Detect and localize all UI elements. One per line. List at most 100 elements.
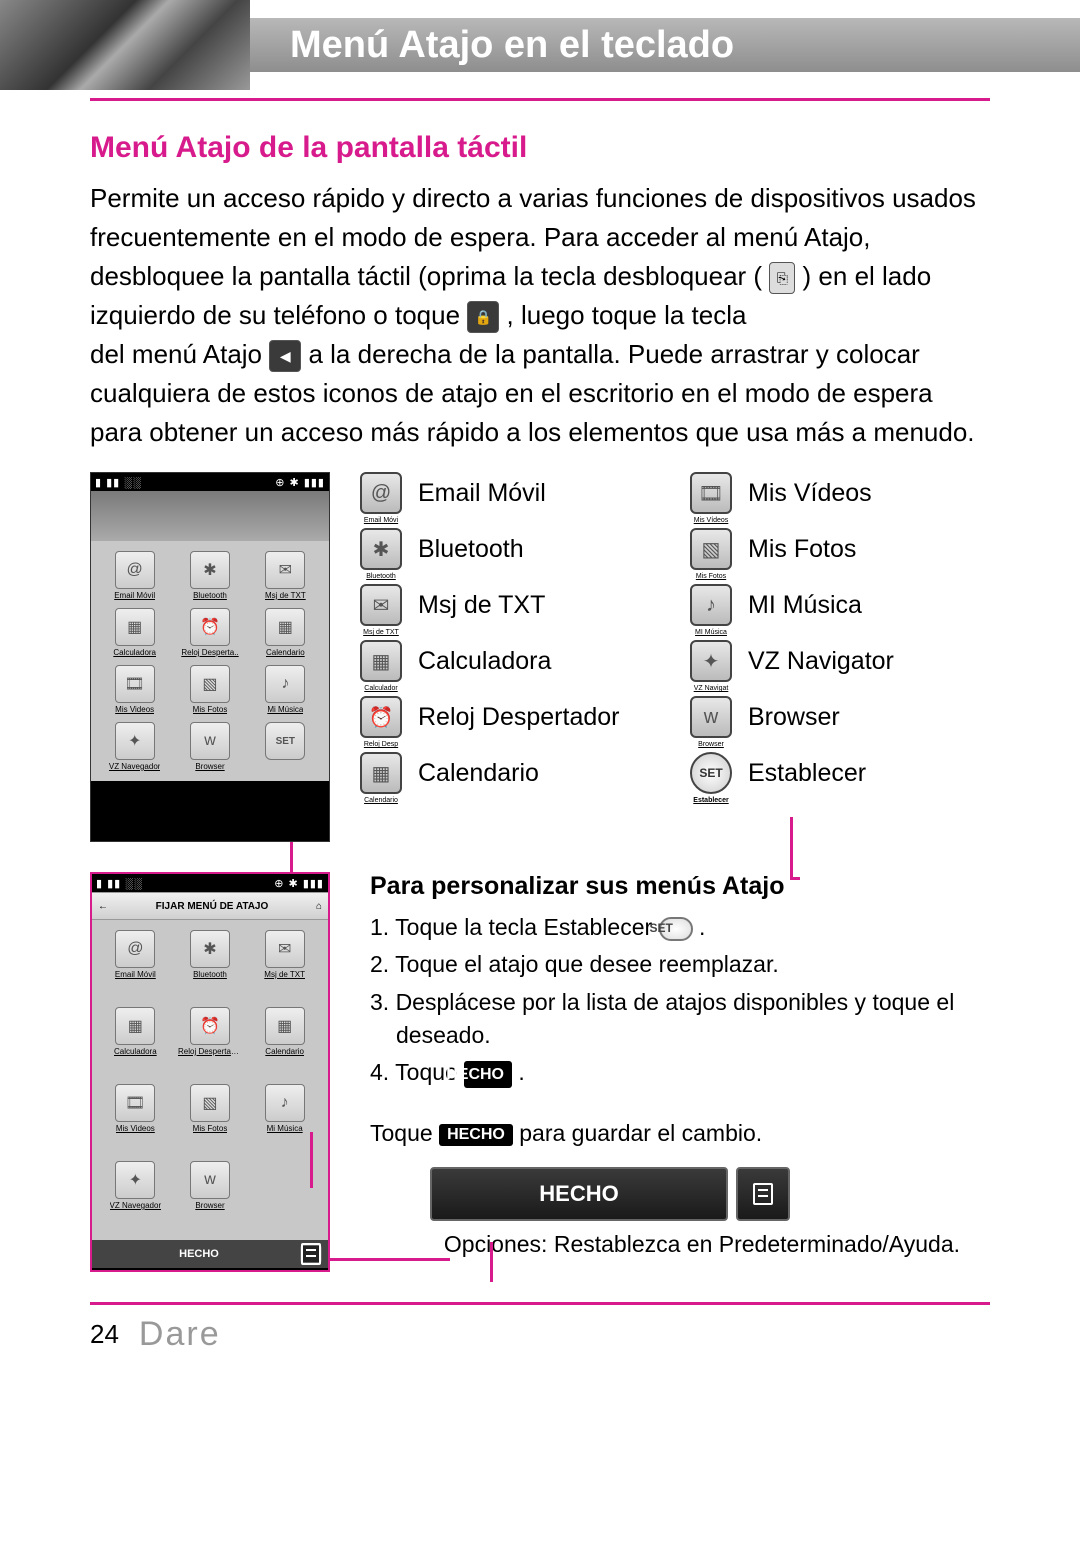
reloj-despertador-icon: ⏰Reloj Desp <box>360 696 402 738</box>
phone-screenshot-edit: ▮ ▮▮ ░░⊕ ✱ ▮▮▮ ← FIJAR MENÚ DE ATAJO ⌂ @… <box>90 872 330 1272</box>
shortcut-item[interactable]: @ Email Móvil <box>99 551 170 600</box>
connector-set-to-customize <box>790 817 793 877</box>
calculadora-icon: ▦Calculador <box>360 640 402 682</box>
step-3: 3. Desplácese por la lista de atajos dis… <box>370 986 990 1053</box>
shortcut-label: Reloj Desperta.. <box>181 648 238 657</box>
msj-txt-icon: ✉Msj de TXT <box>360 584 402 626</box>
shortcut-item[interactable]: SET <box>250 722 321 771</box>
shortcut-label: Mi Música <box>267 705 303 714</box>
shortcut-legend-row: ⏰Reloj DespReloj Despertador <box>360 696 660 738</box>
phone-screenshot-main: ▮ ▮▮ ░░⊕ ✱ ▮▮▮ @Email Móvil✱Bluetooth✉Ms… <box>90 472 330 842</box>
page-number: 24 <box>90 1319 119 1350</box>
edit-footer: HECHO <box>92 1240 328 1268</box>
shortcut-legend-row: @Email Móvi Email Móvil <box>360 472 660 514</box>
header-photo <box>0 0 250 90</box>
calendario-icon: ▦Calendario <box>360 752 402 794</box>
icon-sublabel: Mis Fotos <box>692 573 730 580</box>
shortcut-icon: w <box>190 1161 230 1199</box>
shortcut-item[interactable]: ▧Mis Fotos <box>175 1084 246 1153</box>
shortcut-icon: ▧ <box>190 665 230 703</box>
customize-title: Para personalizar sus menús Atajo <box>370 872 990 901</box>
browser-icon: wBrowser <box>690 696 732 738</box>
shortcut-legend-row: ✉Msj de TXT Msj de TXT <box>360 584 660 626</box>
shortcut-item[interactable]: ▦ Calculadora <box>99 608 170 657</box>
shortcut-item[interactable]: ⏰Reloj Desperta.. <box>174 608 245 657</box>
shortcut-item[interactable]: ✱Bluetooth <box>174 551 245 600</box>
shortcut-legend-row: 🎞Mis VídeosMis Vídeos <box>690 472 990 514</box>
shortcut-legend-label: Mis Vídeos <box>748 479 872 508</box>
shortcut-icon: ✉ <box>265 930 305 968</box>
shortcut-icon: ▦ <box>115 608 155 646</box>
shortcut-item[interactable]: ♪ Mi Música <box>250 665 321 714</box>
icon-sublabel: Establecer <box>692 797 730 804</box>
step-4: 4. Toque HECHO . <box>370 1056 990 1089</box>
brand-logo: Dare <box>139 1315 221 1354</box>
shortcut-label: Mis Fotos <box>193 1124 228 1133</box>
section-title: Menú Atajo de la pantalla táctil <box>90 131 990 165</box>
shortcut-legend-label: VZ Navigator <box>748 647 894 676</box>
shortcut-item[interactable]: ✉ Msj de TXT <box>249 930 320 999</box>
shortcut-item[interactable]: ✦VZ Navegador <box>100 1161 171 1230</box>
shortcut-item[interactable]: ▦Calendario <box>249 1007 320 1076</box>
shortcut-legend-label: Mis Fotos <box>748 535 856 564</box>
shortcut-column-1: @Email MóviEmail Móvil✱BluetoothBluetoot… <box>360 472 660 842</box>
shortcut-icon: ✱ <box>190 551 230 589</box>
shortcut-item[interactable]: @Email Móvil <box>100 930 171 999</box>
shortcut-legend-label: Establecer <box>748 759 866 788</box>
intro-text-3: , luego toque la tecla <box>507 300 747 330</box>
shortcut-label: Reloj Despertador <box>178 1047 242 1056</box>
icon-sublabel: MI Música <box>692 629 730 636</box>
connector-note-to-menu <box>490 1242 493 1282</box>
shortcut-item[interactable]: ▦Calculadora <box>100 1007 171 1076</box>
shortcut-item[interactable]: wBrowser <box>174 722 245 771</box>
connector-note-to-hecho <box>310 1132 313 1188</box>
shortcut-label: Mis Videos <box>116 1124 155 1133</box>
icon-sublabel: Calendario <box>362 797 400 804</box>
shortcut-label: VZ Navegador <box>109 762 161 771</box>
shortcut-icon: @ <box>115 551 155 589</box>
hecho-bar: HECHO <box>430 1167 790 1221</box>
menu-button-small[interactable] <box>300 1245 322 1263</box>
shortcut-legend-row: ▦CalculadorCalculadora <box>360 640 660 682</box>
hecho-button-small[interactable]: HECHO <box>98 1248 300 1260</box>
shortcut-legend-row: SETEstablecerEstablecer <box>690 752 990 794</box>
mis-fotos-icon: ▧Mis Fotos <box>690 528 732 570</box>
menu-icon <box>753 1183 773 1205</box>
shortcut-item[interactable]: 🎞Mis Videos <box>99 665 170 714</box>
shortcut-item[interactable]: ▧Mis Fotos <box>174 665 245 714</box>
icon-sublabel: Calculador <box>362 685 400 692</box>
hecho-chip-icon: HECHO <box>464 1061 512 1088</box>
menu-button[interactable] <box>736 1167 790 1221</box>
shortcut-label: Msj de TXT <box>265 591 306 600</box>
shortcut-legend-label: Msj de TXT <box>418 591 545 620</box>
shortcut-label: Email Móvil <box>114 591 155 600</box>
shortcut-legend-label: Bluetooth <box>418 535 524 564</box>
hecho-button[interactable]: HECHO <box>430 1167 728 1221</box>
shortcut-label: Calculadora <box>114 1047 157 1056</box>
set-chip-icon: SET <box>659 917 693 941</box>
shortcut-item[interactable]: ▦Calendario <box>250 608 321 657</box>
shortcut-item[interactable]: 🎞Mis Videos <box>100 1084 171 1153</box>
customize-section: ▮ ▮▮ ░░⊕ ✱ ▮▮▮ ← FIJAR MENÚ DE ATAJO ⌂ @… <box>90 872 990 1272</box>
shortcut-legend-label: Browser <box>748 703 840 732</box>
shortcut-label: VZ Navegador <box>110 1201 162 1210</box>
step-2: 2. Toque el atajo que desee reemplazar. <box>370 948 990 981</box>
edit-header-title: FIJAR MENÚ DE ATAJO <box>156 901 269 912</box>
shortcut-item[interactable]: wBrowser <box>175 1161 246 1230</box>
intro-paragraph: Permite un acceso rápido y directo a var… <box>90 179 990 452</box>
shortcut-label: Calculadora <box>113 648 156 657</box>
shortcut-label: Msj de TXT <box>264 970 305 979</box>
shortcut-item[interactable]: ✦ VZ Navegador <box>99 722 170 771</box>
shortcut-legend-row: ▦CalendarioCalendario <box>360 752 660 794</box>
shortcut-item[interactable]: ⏰Reloj Despertador <box>175 1007 246 1076</box>
shortcut-icon: ✦ <box>115 722 155 760</box>
options-label: Opciones: Restablezca en Predeterminado/… <box>370 1231 990 1258</box>
shortcut-icon: ♪ <box>265 665 305 703</box>
shortcut-grid: @ Email Móvil ✱Bluetooth✉Msj de TXT ▦ Calcul… <box>91 541 329 781</box>
shortcut-item[interactable]: ✱Bluetooth <box>175 930 246 999</box>
shortcut-legend-row: ▧Mis Fotos Mis Fotos <box>690 528 990 570</box>
email-movil-icon: @Email Móvi <box>360 472 402 514</box>
shortcut-item[interactable]: ✉Msj de TXT <box>250 551 321 600</box>
shortcut-legend-label: Email Móvil <box>418 479 546 508</box>
icon-sublabel: VZ Navigat <box>692 685 730 692</box>
